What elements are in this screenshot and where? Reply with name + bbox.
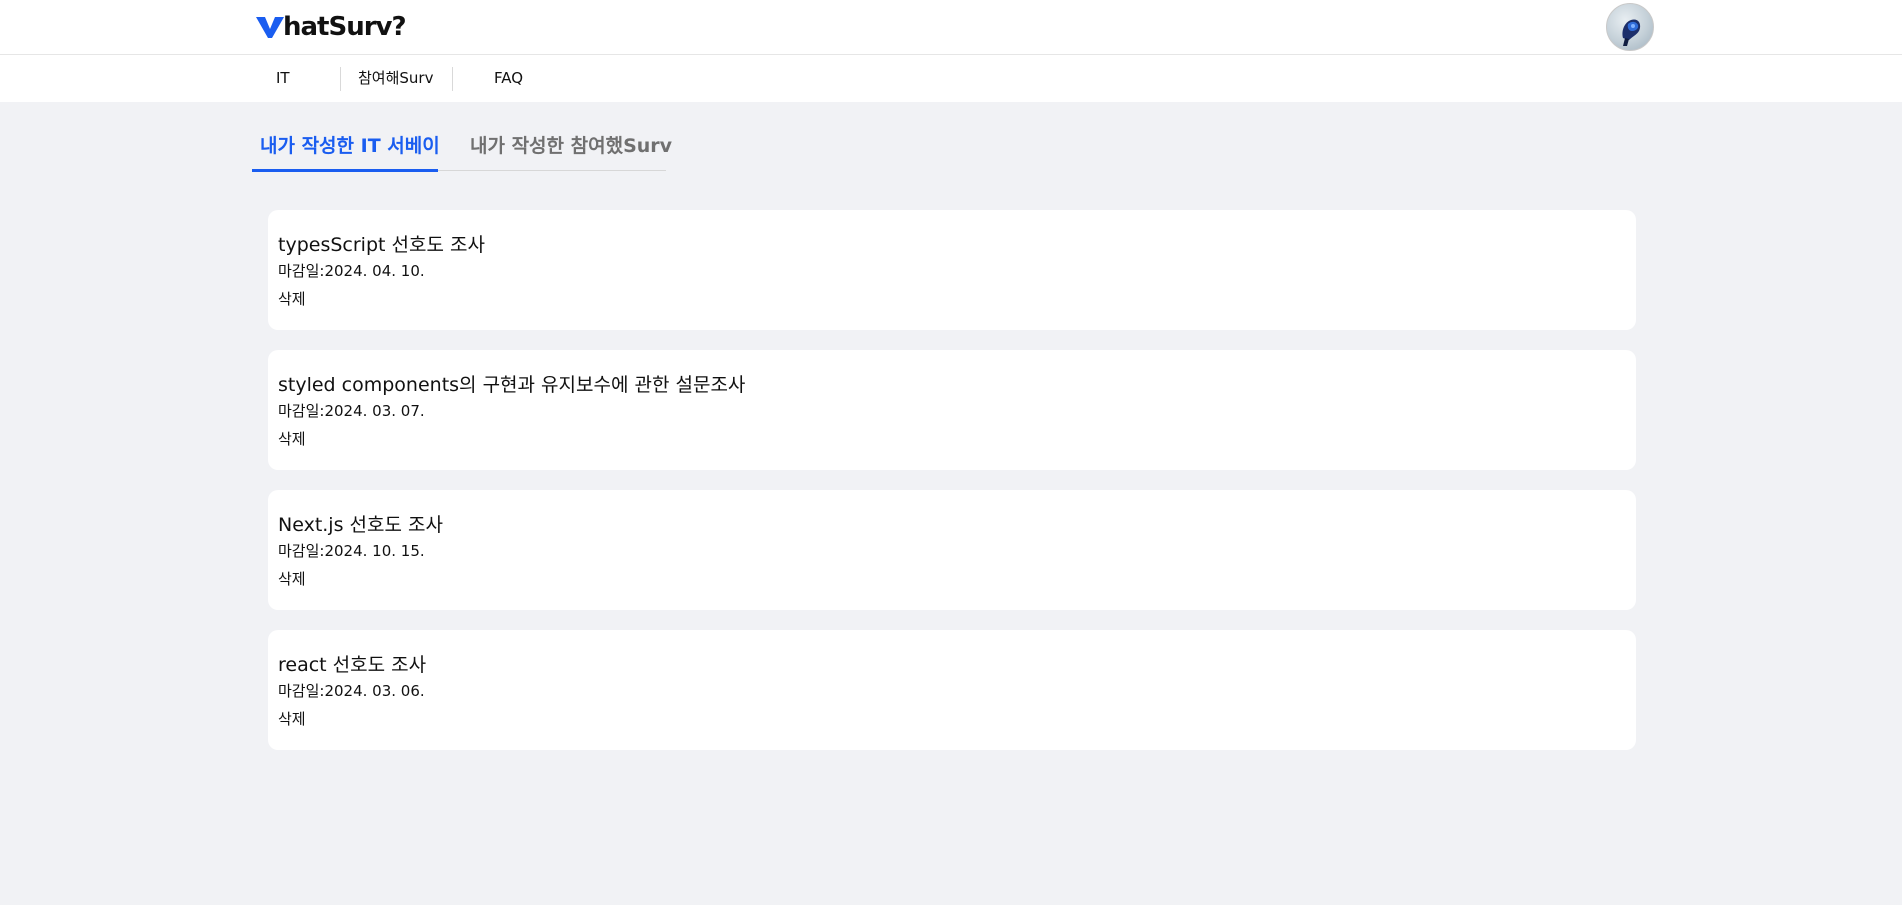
survey-card[interactable]: react 선호도 조사 마감일:2024. 03. 06. 삭제	[268, 630, 1636, 750]
avatar-image-icon	[1622, 19, 1641, 46]
delete-button[interactable]: 삭제	[278, 708, 306, 729]
deadline-value: 2024. 10. 15.	[324, 542, 425, 560]
deadline-value: 2024. 03. 07.	[324, 402, 425, 420]
delete-button[interactable]: 삭제	[278, 428, 306, 449]
survey-deadline: 마감일:2024. 04. 10.	[278, 260, 425, 281]
survey-tabs: 내가 작성한 IT 서베이 내가 작성한 참여했Surv	[252, 122, 672, 172]
survey-card[interactable]: styled components의 구현과 유지보수에 관한 설문조사 마감일…	[268, 350, 1636, 470]
survey-card[interactable]: typesScript 선호도 조사 마감일:2024. 04. 10. 삭제	[268, 210, 1636, 330]
active-tab-indicator	[252, 169, 438, 172]
survey-title[interactable]: Next.js 선호도 조사	[278, 510, 443, 537]
deadline-value: 2024. 03. 06.	[324, 682, 425, 700]
logo-text: hatSurv?	[283, 12, 407, 42]
survey-deadline: 마감일:2024. 03. 06.	[278, 680, 425, 701]
logo[interactable]: hatSurv?	[256, 10, 407, 44]
nav-item-faq[interactable]: FAQ	[494, 55, 523, 102]
survey-title[interactable]: styled components의 구현과 유지보수에 관한 설문조사	[278, 370, 745, 397]
survey-card[interactable]: Next.js 선호도 조사 마감일:2024. 10. 15. 삭제	[268, 490, 1636, 610]
deadline-label: 마감일:	[278, 542, 325, 560]
survey-deadline: 마감일:2024. 03. 07.	[278, 400, 425, 421]
delete-button[interactable]: 삭제	[278, 568, 306, 589]
top-header: hatSurv?	[0, 0, 1902, 55]
tab-my-participated-surveys[interactable]: 내가 작성한 참여했Surv	[470, 122, 672, 169]
deadline-label: 마감일:	[278, 262, 325, 280]
tab-my-it-surveys[interactable]: 내가 작성한 IT 서베이	[260, 122, 440, 169]
survey-deadline: 마감일:2024. 10. 15.	[278, 540, 425, 561]
avatar[interactable]	[1606, 3, 1654, 51]
deadline-label: 마감일:	[278, 682, 325, 700]
survey-title[interactable]: react 선호도 조사	[278, 650, 426, 677]
deadline-label: 마감일:	[278, 402, 325, 420]
nav-divider	[452, 67, 453, 91]
nav-item-participate[interactable]: 참여해Surv	[358, 55, 433, 102]
survey-title[interactable]: typesScript 선호도 조사	[278, 230, 485, 257]
delete-button[interactable]: 삭제	[278, 288, 306, 309]
logo-w-icon	[256, 17, 284, 38]
deadline-value: 2024. 04. 10.	[324, 262, 425, 280]
main-nav: IT 참여해Surv FAQ	[0, 55, 1902, 102]
nav-item-it[interactable]: IT	[276, 55, 290, 102]
nav-divider	[340, 67, 341, 91]
